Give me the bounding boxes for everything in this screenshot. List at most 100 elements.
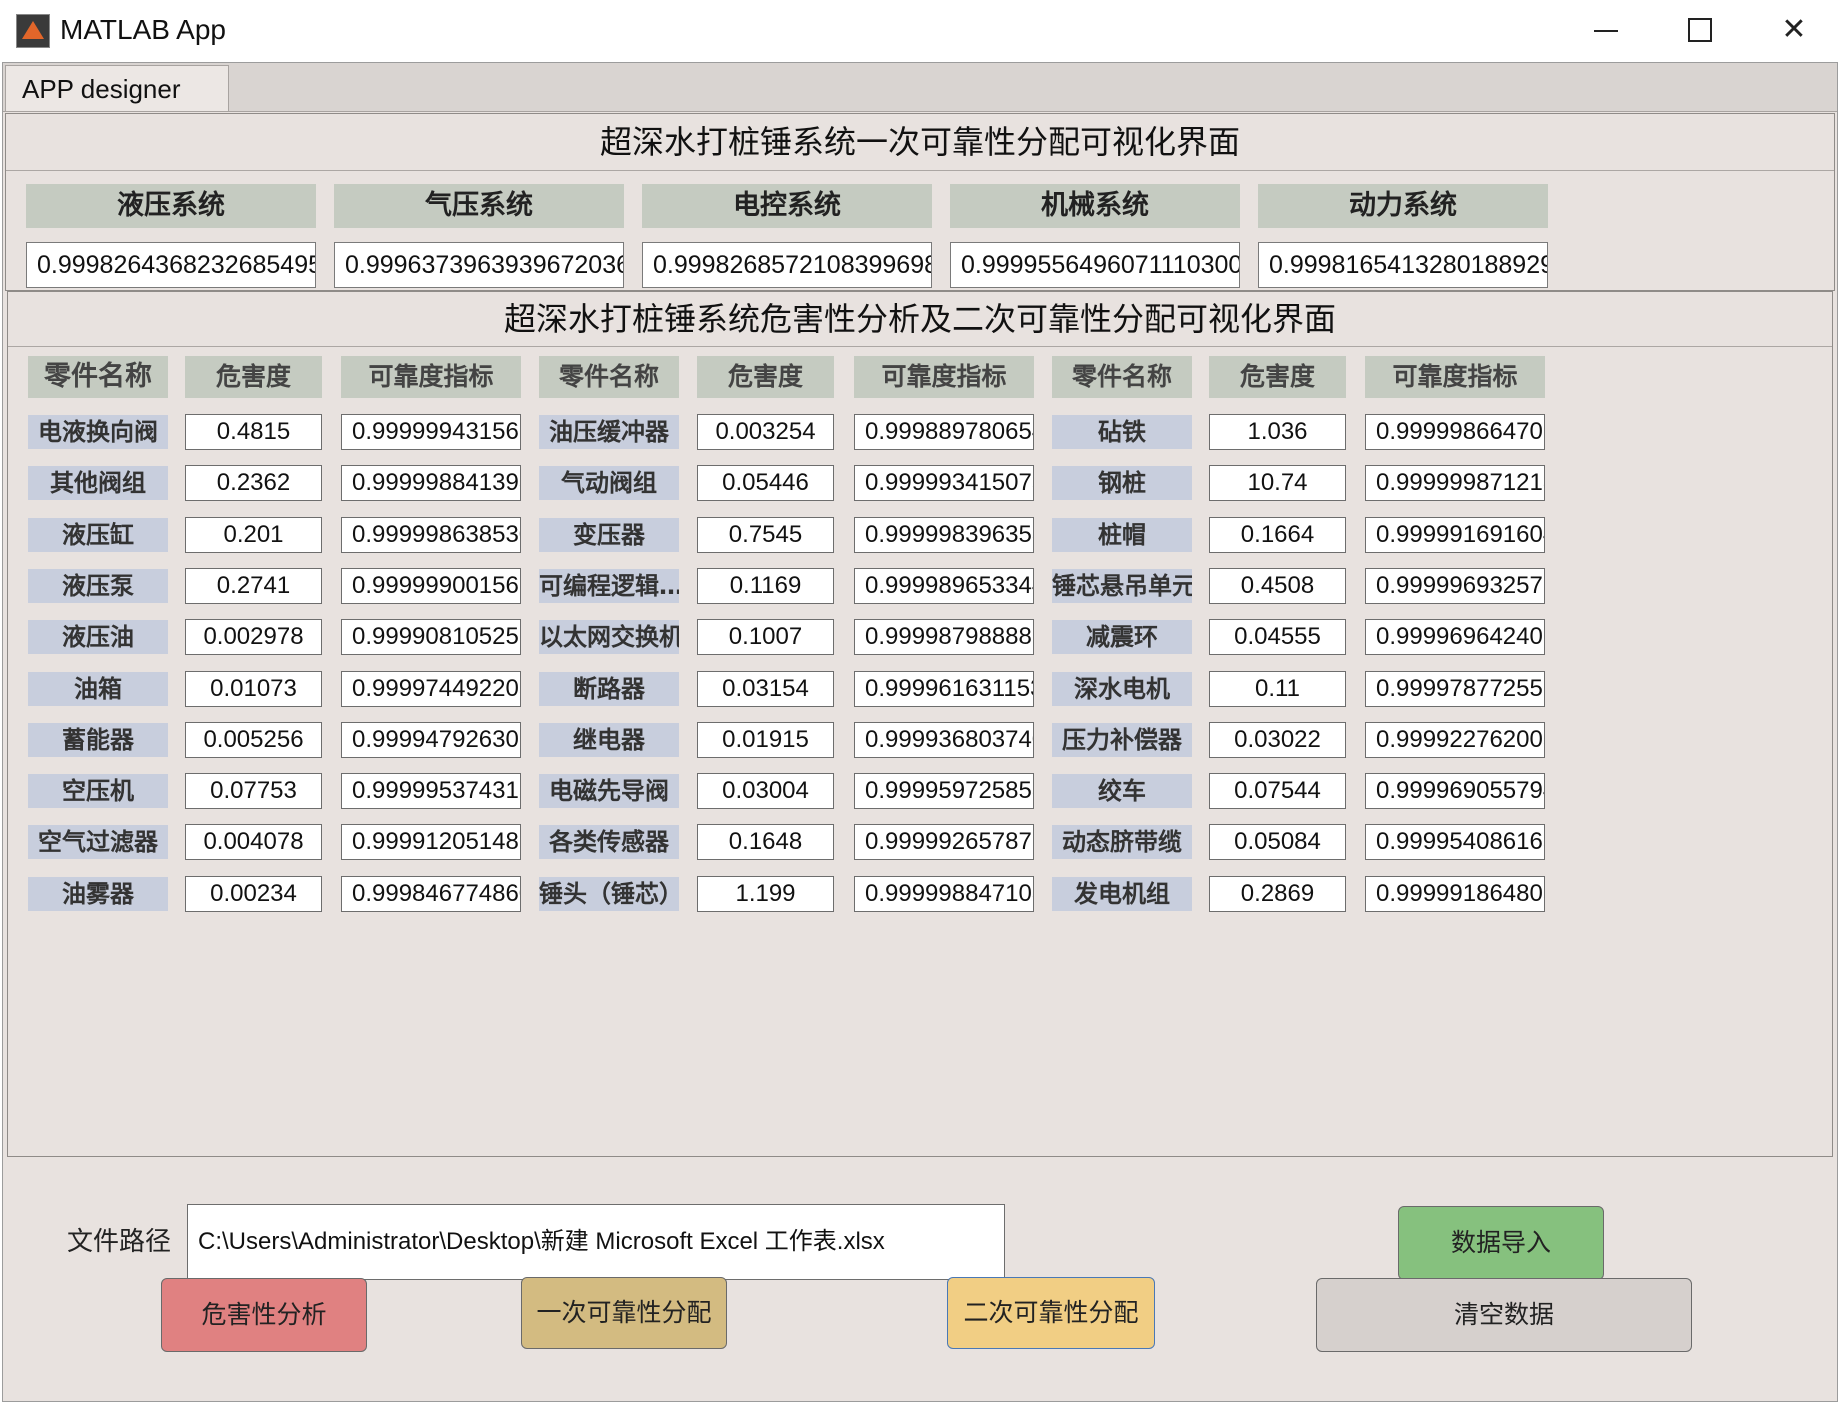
secondary-allocation-button[interactable]: 二次可靠性分配 — [947, 1277, 1155, 1349]
reliability-index-field[interactable]: 0.999908105252 — [341, 619, 521, 655]
column-header: 可靠度指标 — [341, 356, 521, 398]
reliability-index-field[interactable]: 0.999936803740 — [854, 722, 1034, 758]
reliability-index-field[interactable]: 0.999991864805 — [1365, 876, 1545, 912]
criticality-field[interactable]: 10.74 — [1209, 465, 1346, 501]
system-reliability-field[interactable]: 0.9998268572108399698 — [642, 242, 932, 288]
system-reliability-field[interactable]: 0.9996373963939672036 — [334, 242, 624, 288]
secondary-allocation-panel: 超深水打桩锤系统危害性分析及二次可靠性分配可视化界面 零件名称 危害度 可靠度指标零… — [7, 291, 1833, 1157]
criticality-field[interactable]: 0.1664 — [1209, 517, 1346, 553]
reliability-index-field[interactable]: 0.999999871218 — [1365, 465, 1545, 501]
reliability-index-field[interactable]: 0.999989653344 — [854, 568, 1034, 604]
criticality-field[interactable]: 0.1169 — [697, 568, 834, 604]
minimize-button[interactable] — [1576, 8, 1636, 52]
system-reliability-field[interactable]: 0.99995564960711103009 — [950, 242, 1240, 288]
window-title: MATLAB App — [60, 14, 227, 45]
reliability-index-field[interactable]: 0.999961631153 — [854, 671, 1034, 707]
criticality-field[interactable]: 0.1007 — [697, 619, 834, 655]
criticality-field[interactable]: 1.036 — [1209, 414, 1346, 450]
system-reliability-field[interactable]: 0.9998264368232685495 — [26, 242, 316, 288]
column-header: 零件名称 — [539, 356, 679, 398]
reliability-index-field[interactable]: 0.999889780654 — [854, 414, 1034, 450]
reliability-index-field[interactable]: 0.999998396358 — [854, 517, 1034, 553]
part-name-label: 电磁先导阀 — [539, 774, 679, 808]
reliability-index-field[interactable]: 0.999993415075 — [854, 465, 1034, 501]
reliability-index-field[interactable]: 0.999987988882 — [854, 619, 1034, 655]
criticality-field[interactable]: 0.01915 — [697, 722, 834, 758]
criticality-field[interactable]: 0.2741 — [185, 568, 322, 604]
part-name-label: 可编程逻辑… — [539, 569, 679, 603]
criticality-field[interactable]: 0.11 — [1209, 671, 1346, 707]
criticality-field[interactable]: 0.4508 — [1209, 568, 1346, 604]
reliability-index-field[interactable]: 0.999969055794 — [1365, 773, 1545, 809]
criticality-field[interactable]: 0.005256 — [185, 722, 322, 758]
part-name-label: 油箱 — [28, 672, 168, 706]
system-label: 机械系统 — [950, 184, 1240, 228]
criticality-field[interactable]: 0.04555 — [1209, 619, 1346, 655]
reliability-index-field[interactable]: 0.999999001562 — [341, 568, 521, 604]
criticality-field[interactable]: 0.002978 — [185, 619, 322, 655]
tab-app-designer[interactable]: APP designer — [5, 65, 229, 111]
part-name-label: 锤芯悬吊单元 — [1052, 569, 1192, 603]
system-label: 气压系统 — [334, 184, 624, 228]
import-data-button[interactable]: 数据导入 — [1398, 1206, 1604, 1280]
criticality-field[interactable]: 0.2869 — [1209, 876, 1346, 912]
criticality-field[interactable]: 0.07544 — [1209, 773, 1346, 809]
column-header: 零件名称 — [28, 356, 168, 398]
criticality-field[interactable]: 0.003254 — [697, 414, 834, 450]
part-name-label: 以太网交换机 — [539, 620, 679, 654]
reliability-index-field[interactable]: 0.999998664701 — [1365, 414, 1545, 450]
criticality-field[interactable]: 0.1648 — [697, 824, 834, 860]
part-name-label: 桩帽 — [1052, 518, 1192, 552]
criticality-field[interactable]: 0.03022 — [1209, 722, 1346, 758]
part-name-label: 绞车 — [1052, 774, 1192, 808]
part-name-label: 空压机 — [28, 774, 168, 808]
file-path-field[interactable]: C:\Users\Administrator\Desktop\新建 Micros… — [187, 1204, 1005, 1280]
hazard-analysis-button[interactable]: 危害性分析 — [161, 1278, 367, 1352]
criticality-field[interactable]: 0.07753 — [185, 773, 322, 809]
reliability-index-field[interactable]: 0.999969642402 — [1365, 619, 1545, 655]
maximize-button[interactable] — [1670, 8, 1730, 52]
app-client-area: APP designer 超深水打桩锤系统一次可靠性分配可视化界面 液压系统 0.… — [2, 62, 1838, 1402]
reliability-index-field[interactable]: 0.999954086165 — [1365, 824, 1545, 860]
reliability-index-field[interactable]: 0.999846774860 — [341, 876, 521, 912]
reliability-index-field[interactable]: 0.999998841393 — [341, 465, 521, 501]
criticality-field[interactable]: 0.01073 — [185, 671, 322, 707]
reliability-index-field[interactable]: 0.999995374315 — [341, 773, 521, 809]
file-path-label: 文件路径 — [67, 1227, 172, 1257]
reliability-index-field[interactable]: 0.999999431569 — [341, 414, 521, 450]
part-name-label: 继电器 — [539, 723, 679, 757]
reliability-index-field[interactable]: 0.999992657872 — [854, 824, 1034, 860]
criticality-field[interactable]: 0.00234 — [185, 876, 322, 912]
part-name-label: 液压泵 — [28, 569, 168, 603]
reliability-index-field[interactable]: 0.999922762005 — [1365, 722, 1545, 758]
reliability-index-field[interactable]: 0.999998847103 — [854, 876, 1034, 912]
reliability-index-field[interactable]: 0.999947926309 — [341, 722, 521, 758]
criticality-field[interactable]: 0.05446 — [697, 465, 834, 501]
criticality-field[interactable]: 0.05084 — [1209, 824, 1346, 860]
tab-strip: APP designer — [3, 63, 1837, 112]
reliability-index-field[interactable]: 0.999991691604 — [1365, 517, 1545, 553]
criticality-field[interactable]: 0.7545 — [697, 517, 834, 553]
criticality-field[interactable]: 0.201 — [185, 517, 322, 553]
criticality-field[interactable]: 0.2362 — [185, 465, 322, 501]
close-button[interactable]: ✕ — [1764, 8, 1824, 52]
reliability-index-field[interactable]: 0.999974492205 — [341, 671, 521, 707]
criticality-field[interactable]: 0.03154 — [697, 671, 834, 707]
criticality-field[interactable]: 0.03004 — [697, 773, 834, 809]
criticality-field[interactable]: 1.199 — [697, 876, 834, 912]
reliability-index-field[interactable]: 0.999996932576 — [1365, 568, 1545, 604]
reliability-index-field[interactable]: 0.999978772556 — [1365, 671, 1545, 707]
system-label: 电控系统 — [642, 184, 932, 228]
part-name-label: 电液换向阀 — [28, 415, 168, 449]
reliability-index-field[interactable]: 0.999959725858 — [854, 773, 1034, 809]
clear-data-button[interactable]: 清空数据 — [1316, 1278, 1692, 1352]
part-name-label: 油压缓冲器 — [539, 415, 679, 449]
part-name-label: 其他阀组 — [28, 466, 168, 500]
primary-allocation-button[interactable]: 一次可靠性分配 — [521, 1277, 727, 1349]
criticality-field[interactable]: 0.4815 — [185, 414, 322, 450]
criticality-field[interactable]: 0.004078 — [185, 824, 322, 860]
system-reliability-field[interactable]: 0.9998165413280188929 — [1258, 242, 1548, 288]
column-header: 可靠度指标 — [854, 356, 1034, 398]
reliability-index-field[interactable]: 0.999998638530 — [341, 517, 521, 553]
reliability-index-field[interactable]: 0.999912051487 — [341, 824, 521, 860]
